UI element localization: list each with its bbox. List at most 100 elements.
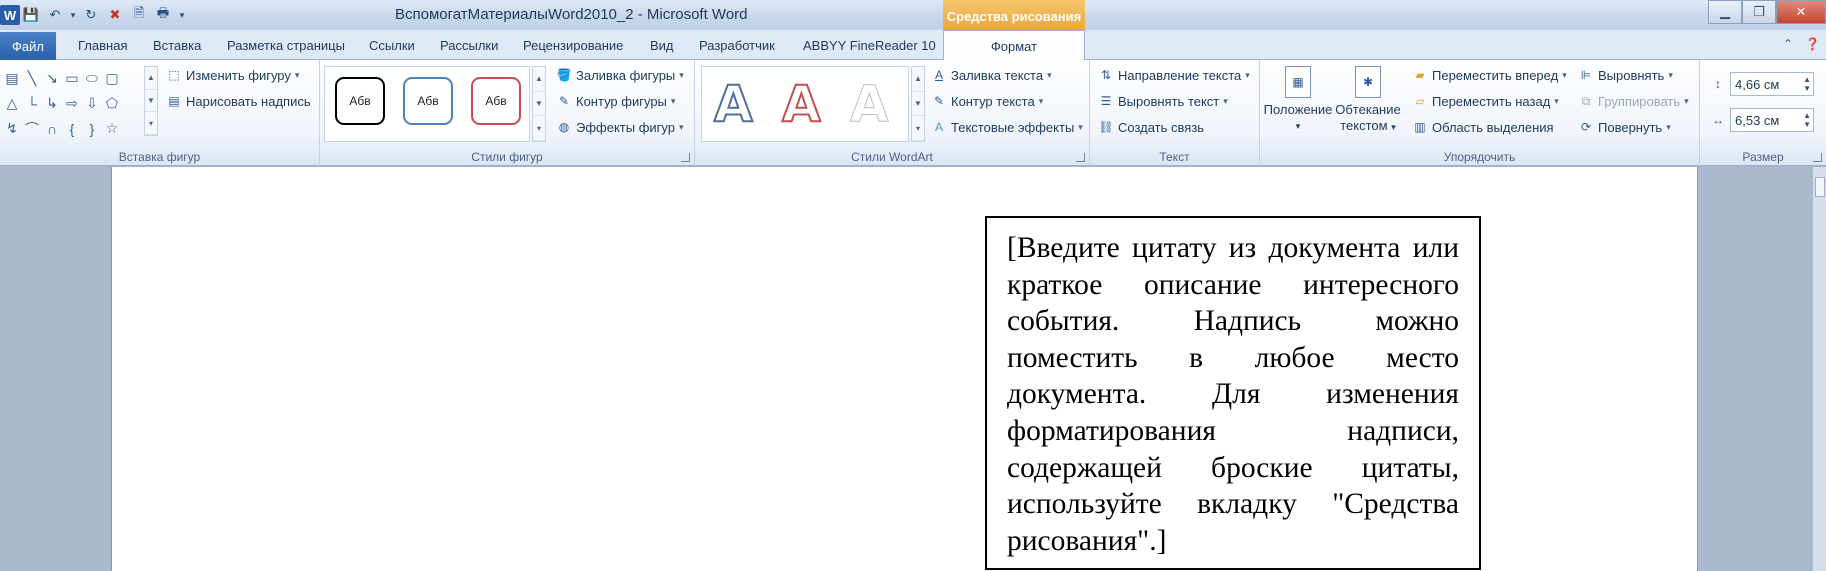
group-text: ⇅ Направление текста ▾ ☰ Выровнять текст… bbox=[1090, 60, 1260, 166]
window-title: ВспомогатМатериалыWord2010_2 - Microsoft… bbox=[395, 6, 748, 23]
minimize-button[interactable]: ▁ bbox=[1708, 0, 1742, 24]
wordart-style-gray[interactable]: A bbox=[850, 71, 890, 137]
chevron-down-icon: ▾ bbox=[1668, 69, 1673, 80]
more-icon[interactable]: ▾ bbox=[533, 116, 545, 142]
spinner-arrows-icon[interactable]: ▲ ▼ bbox=[1803, 111, 1811, 129]
send-backward-button[interactable]: ▱ Переместить назад ▾ bbox=[1412, 91, 1558, 111]
draw-textbox-button[interactable]: ▤ Нарисовать надпись bbox=[166, 91, 311, 111]
triangle-shape-icon[interactable]: △ bbox=[2, 91, 22, 116]
vertical-scrollbar[interactable] bbox=[1812, 167, 1826, 571]
elbow-arrow-shape-icon[interactable]: ↳ bbox=[42, 91, 62, 116]
shape-style-black[interactable]: Абв bbox=[335, 77, 385, 125]
tab-page-layout[interactable]: Разметка страницы bbox=[227, 38, 345, 53]
text-direction-button[interactable]: ⇅ Направление текста ▾ bbox=[1098, 65, 1250, 85]
tab-developer[interactable]: Разработчик bbox=[699, 38, 775, 53]
close-button[interactable]: ✕ bbox=[1776, 0, 1826, 24]
tab-review[interactable]: Рецензирование bbox=[523, 38, 623, 53]
align-text-label: Выровнять текст bbox=[1118, 93, 1220, 109]
textbox-shape-icon[interactable]: ▤ bbox=[2, 66, 22, 91]
shape-placeholder-icon[interactable] bbox=[122, 91, 142, 116]
shape-outline-button[interactable]: ✎ Контур фигуры ▾ bbox=[556, 91, 675, 111]
down-arrow-shape-icon[interactable]: ⇩ bbox=[82, 91, 102, 116]
undo-dropdown-icon[interactable]: ▾ bbox=[68, 4, 78, 26]
quote-textbox[interactable]: [Введите цитату из документа или краткое… bbox=[985, 216, 1481, 570]
tab-abbyy[interactable]: ABBYY FineReader 10 bbox=[803, 38, 936, 53]
elbow-connector-shape-icon[interactable]: └ bbox=[22, 91, 42, 116]
arrow-line-shape-icon[interactable]: ↘ bbox=[42, 66, 62, 91]
shape-effects-button[interactable]: ◍ Эффекты фигур ▾ bbox=[556, 117, 684, 137]
rotate-button[interactable]: ⟳ Повернуть ▾ bbox=[1578, 117, 1671, 137]
undo-icon[interactable]: ↶ bbox=[44, 4, 66, 26]
width-input[interactable]: 6,53 см ▲ ▼ bbox=[1730, 108, 1814, 132]
redo-icon[interactable]: ↻ bbox=[80, 4, 102, 26]
position-button[interactable]: ▦ Положение ▾ bbox=[1262, 66, 1334, 134]
wrap-text-button[interactable]: ✱ Обтекание текстом ▾ bbox=[1332, 66, 1404, 135]
wordart-style-red[interactable]: A bbox=[781, 71, 822, 137]
bring-forward-button[interactable]: ▰ Переместить вперед ▾ bbox=[1412, 65, 1566, 85]
tab-references[interactable]: Ссылки bbox=[369, 38, 415, 53]
save-icon[interactable]: 💾 bbox=[20, 4, 42, 26]
more-icon[interactable]: ▾ bbox=[912, 116, 924, 142]
line-shape-icon[interactable]: ╲ bbox=[22, 66, 42, 91]
rectangle-shape-icon[interactable]: ▭ bbox=[62, 66, 82, 91]
minimize-ribbon-icon[interactable]: ⌃ bbox=[1783, 37, 1793, 51]
align-label: Выровнять bbox=[1598, 67, 1665, 83]
edit-shape-button[interactable]: ⬚ Изменить фигуру ▾ bbox=[166, 65, 299, 85]
text-fill-button[interactable]: A Заливка текста ▾ bbox=[931, 65, 1052, 85]
restore-button[interactable]: ❐ bbox=[1742, 0, 1776, 24]
rounded-rect-shape-icon[interactable]: ▢ bbox=[102, 66, 122, 91]
wordart-style-blue[interactable]: A bbox=[713, 71, 754, 137]
draw-textbox-label: Нарисовать надпись bbox=[186, 93, 311, 109]
curve-shape-icon[interactable]: ⌒ bbox=[22, 116, 42, 141]
scroll-down-icon[interactable]: ▼ bbox=[145, 90, 157, 113]
text-effects-button[interactable]: A Текстовые эффекты ▾ bbox=[931, 117, 1083, 137]
left-brace-shape-icon[interactable]: { bbox=[62, 116, 82, 141]
shape-placeholder-icon[interactable] bbox=[122, 66, 142, 91]
group-button[interactable]: ⧉ Группировать ▾ bbox=[1578, 91, 1689, 111]
shape-fill-button[interactable]: 🪣 Заливка фигуры ▾ bbox=[556, 65, 684, 85]
align-button[interactable]: ⊫ Выровнять ▾ bbox=[1578, 65, 1673, 85]
shape-style-blue[interactable]: Абв bbox=[403, 77, 453, 125]
scroll-down-icon[interactable]: ▼ bbox=[533, 92, 545, 117]
print-icon[interactable]: 🖶 bbox=[152, 4, 174, 26]
shape-styles-scroll[interactable]: ▲ ▼ ▾ bbox=[532, 66, 546, 142]
wordart-gallery-scroll[interactable]: ▲ ▼ ▾ bbox=[911, 66, 925, 142]
create-link-button[interactable]: ⛓ Создать связь bbox=[1098, 117, 1204, 137]
help-icon[interactable]: ❓ bbox=[1805, 37, 1820, 51]
text-outline-button[interactable]: ✎ Контур текста ▾ bbox=[931, 91, 1043, 111]
height-value: 4,66 см bbox=[1735, 77, 1780, 92]
right-brace-shape-icon[interactable]: } bbox=[82, 116, 102, 141]
right-arrow-shape-icon[interactable]: ⇨ bbox=[62, 91, 82, 116]
freeform-shape-icon[interactable]: ↯ bbox=[2, 116, 22, 141]
tab-file[interactable]: Файл bbox=[0, 32, 56, 60]
scroll-up-icon[interactable]: ▲ bbox=[912, 67, 924, 92]
tab-insert[interactable]: Вставка bbox=[153, 38, 201, 53]
dialog-launcher-icon[interactable] bbox=[681, 153, 690, 162]
tab-view[interactable]: Вид bbox=[650, 38, 674, 53]
shape-style-red[interactable]: Абв bbox=[471, 77, 521, 125]
chevron-down-icon: ▾ bbox=[1666, 121, 1671, 132]
scroll-up-icon[interactable]: ▲ bbox=[533, 67, 545, 92]
arc-shape-icon[interactable]: ∩ bbox=[42, 116, 62, 141]
scroll-down-icon[interactable]: ▼ bbox=[912, 92, 924, 117]
dialog-launcher-icon[interactable] bbox=[1813, 153, 1822, 162]
selection-pane-button[interactable]: ▥ Область выделения bbox=[1412, 117, 1553, 137]
customize-icon[interactable]: ▾ bbox=[176, 4, 188, 26]
scroll-up-icon[interactable]: ▲ bbox=[145, 67, 157, 90]
pentagon-shape-icon[interactable]: ⬠ bbox=[102, 91, 122, 116]
tab-home[interactable]: Главная bbox=[78, 38, 127, 53]
height-input[interactable]: 4,66 см ▲ ▼ bbox=[1730, 72, 1814, 96]
word-logo-icon[interactable]: W bbox=[0, 5, 20, 25]
ruler-toggle-icon[interactable] bbox=[1815, 177, 1825, 197]
dialog-launcher-icon[interactable] bbox=[1076, 153, 1085, 162]
shapes-gallery-scroll[interactable]: ▲ ▼ ▾ bbox=[144, 66, 158, 136]
tab-mailings[interactable]: Рассылки bbox=[440, 38, 498, 53]
star-shape-icon[interactable]: ☆ bbox=[102, 116, 122, 141]
oval-shape-icon[interactable]: ⬭ bbox=[82, 66, 102, 91]
spinner-arrows-icon[interactable]: ▲ ▼ bbox=[1803, 75, 1811, 93]
preview-icon[interactable]: 🗎 bbox=[128, 4, 150, 26]
align-text-button[interactable]: ☰ Выровнять текст ▾ bbox=[1098, 91, 1228, 111]
close-doc-icon[interactable]: ✖ bbox=[104, 4, 126, 26]
tab-format[interactable]: Формат bbox=[943, 30, 1085, 61]
more-icon[interactable]: ▾ bbox=[145, 112, 157, 136]
